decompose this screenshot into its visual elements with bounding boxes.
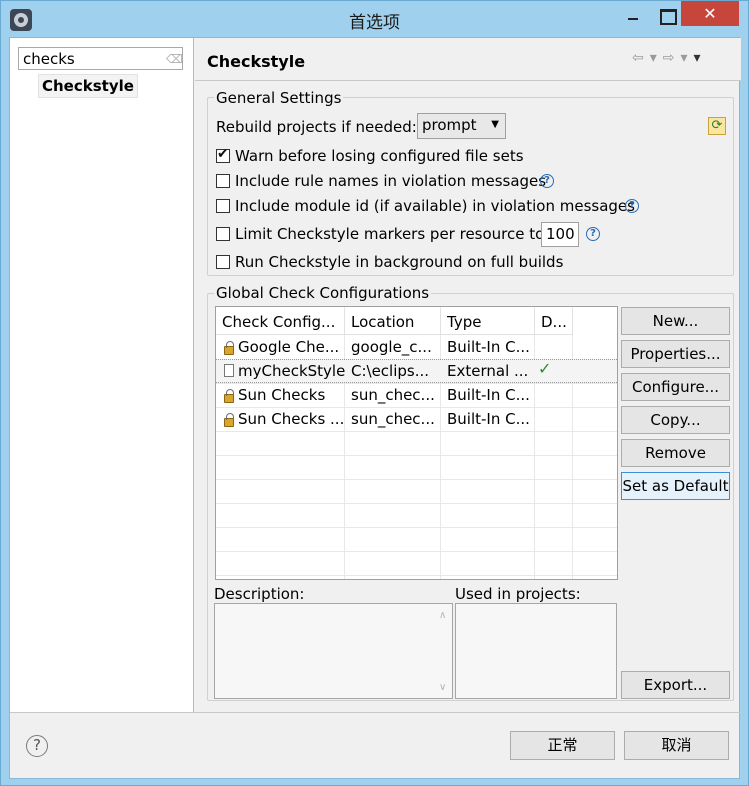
preferences-window: 首选项 ✕ checks ⌫ Checkstyle Checkstyle ⇦ ▾ ⇨… <box>0 0 749 786</box>
back-dropdown-icon[interactable]: ▾ <box>650 50 658 66</box>
column-divider <box>572 307 573 579</box>
cancel-button[interactable]: 取消 <box>624 731 729 760</box>
rebuild-select[interactable]: prompt ▼ <box>417 113 506 139</box>
preference-tree-pane: checks ⌫ Checkstyle <box>10 38 194 712</box>
rebuild-select-value: prompt <box>422 116 477 134</box>
include-rule-names-checkbox[interactable] <box>216 174 230 188</box>
default-check-icon: ✓ <box>538 359 552 378</box>
back-arrow-icon[interactable]: ⇦ <box>632 50 645 66</box>
table-row-location[interactable]: sun_chec... <box>345 383 441 407</box>
set-default-button[interactable]: Set as Default <box>621 472 730 500</box>
table-row-type[interactable]: Built-In C... <box>441 335 535 359</box>
markers-limit-input[interactable]: 100 <box>541 222 579 247</box>
export-button[interactable]: Export... <box>621 671 730 699</box>
table-row-type[interactable]: Built-In C... <box>441 407 535 431</box>
new-button[interactable]: New... <box>621 307 730 335</box>
remove-button[interactable]: Remove <box>621 439 730 467</box>
forward-dropdown-icon[interactable]: ▾ <box>681 50 689 66</box>
chevron-down-icon: ▼ <box>491 119 499 130</box>
filter-text: checks <box>23 50 75 68</box>
include-rule-names-label: Include rule names in violation messages <box>235 172 547 190</box>
dialog-content: checks ⌫ Checkstyle Checkstyle ⇦ ▾ ⇨ ▾ ▾ Gen… <box>9 37 741 779</box>
row-divider <box>216 551 617 552</box>
used-in-projects-label: Used in projects: <box>455 585 581 603</box>
help-icon[interactable]: ? <box>625 199 639 213</box>
copy-button[interactable]: Copy... <box>621 406 730 434</box>
help-icon[interactable]: ? <box>26 735 48 757</box>
row-divider <box>216 503 617 504</box>
row-divider <box>216 575 617 576</box>
used-in-projects-list[interactable] <box>455 603 617 699</box>
config-table[interactable]: Check Config... Location Type D... Googl… <box>215 306 618 580</box>
refresh-icon[interactable]: ⟳ <box>708 117 726 135</box>
row-divider <box>216 431 617 432</box>
maximize-button[interactable] <box>653 1 681 29</box>
table-row-name[interactable]: myCheckStyle <box>232 359 345 383</box>
help-icon[interactable]: ? <box>586 227 600 241</box>
table-row-type[interactable]: External ... <box>441 359 535 383</box>
warn-file-sets-label: Warn before losing configured file sets <box>235 147 524 165</box>
filter-input[interactable]: checks ⌫ <box>18 47 183 70</box>
view-menu-icon[interactable]: ▾ <box>694 50 702 66</box>
configure-button[interactable]: Configure... <box>621 373 730 401</box>
table-row-location[interactable]: C:\eclips... <box>345 359 441 383</box>
include-module-id-checkbox[interactable] <box>216 199 230 213</box>
run-background-checkbox[interactable] <box>216 255 230 269</box>
ok-button[interactable]: 正常 <box>510 731 615 760</box>
close-button[interactable]: ✕ <box>681 1 739 26</box>
title-bar: 首选项 ✕ <box>1 1 748 37</box>
include-module-id-label: Include module id (if available) in viol… <box>235 197 635 215</box>
table-row-type[interactable]: Built-In C... <box>441 383 535 407</box>
general-settings-title: General Settings <box>214 89 344 107</box>
clear-filter-icon[interactable]: ⌫ <box>166 52 183 66</box>
row-divider <box>216 455 617 456</box>
header-separator <box>195 80 741 81</box>
page-navigation: ⇦ ▾ ⇨ ▾ ▾ <box>632 50 707 66</box>
table-row-location[interactable]: google_c... <box>345 335 441 359</box>
column-header-name[interactable]: Check Config... <box>216 309 345 335</box>
help-icon[interactable]: ? <box>540 174 554 188</box>
page-header: Checkstyle ⇦ ▾ ⇨ ▾ ▾ <box>195 38 741 80</box>
limit-markers-checkbox[interactable] <box>216 227 230 241</box>
tree-item-checkstyle[interactable]: Checkstyle <box>38 74 138 98</box>
properties-button[interactable]: Properties... <box>621 340 730 368</box>
column-header-location[interactable]: Location <box>345 309 441 335</box>
forward-arrow-icon[interactable]: ⇨ <box>663 50 676 66</box>
table-row-location[interactable]: sun_chec... <box>345 407 441 431</box>
scroll-down-icon[interactable]: ∨ <box>439 682 446 693</box>
row-divider <box>216 479 617 480</box>
footer-separator <box>10 712 741 713</box>
table-row-name[interactable]: Sun Checks <box>232 383 345 407</box>
row-divider <box>216 527 617 528</box>
scroll-up-icon[interactable]: ∧ <box>439 610 446 621</box>
global-configs-title: Global Check Configurations <box>214 284 432 302</box>
column-header-type[interactable]: Type <box>441 309 535 335</box>
limit-markers-label: Limit Checkstyle markers per resource to <box>235 225 545 243</box>
description-text-area[interactable]: ∧ ∨ <box>214 603 453 699</box>
description-label: Description: <box>214 585 305 603</box>
minimize-button[interactable] <box>613 1 653 29</box>
table-row-name[interactable]: Sun Checks ... <box>232 407 345 431</box>
run-background-label: Run Checkstyle in background on full bui… <box>235 253 564 271</box>
page-title: Checkstyle <box>207 52 306 71</box>
table-row-name[interactable]: Google Che... <box>232 335 345 359</box>
column-header-default[interactable]: D... <box>535 309 573 335</box>
warn-file-sets-checkbox[interactable] <box>216 146 230 163</box>
rebuild-label: Rebuild projects if needed: <box>216 118 417 136</box>
